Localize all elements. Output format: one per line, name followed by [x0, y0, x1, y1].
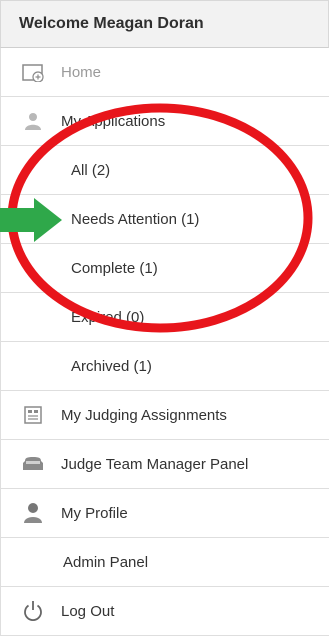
user-icon: [21, 109, 45, 133]
welcome-header: Welcome Meagan Doran: [0, 0, 329, 48]
power-icon: [21, 599, 45, 623]
menu-item-admin-panel[interactable]: Admin Panel: [0, 538, 329, 587]
menu-item-complete[interactable]: Complete (1): [0, 244, 329, 293]
menu-label-my-profile: My Profile: [61, 504, 128, 522]
person-icon: [21, 501, 45, 525]
clipboard-icon: [21, 403, 45, 427]
menu-item-expired[interactable]: Expired (0): [0, 293, 329, 342]
menu-item-needs-attention[interactable]: Needs Attention (1): [0, 195, 329, 244]
menu-item-log-out[interactable]: Log Out: [0, 587, 329, 636]
menu-label-admin-panel: Admin Panel: [63, 553, 149, 571]
welcome-text: Welcome Meagan Doran: [19, 15, 204, 32]
menu-label-needs-attention: Needs Attention (1): [71, 210, 200, 228]
menu-label-expired: Expired (0): [71, 308, 145, 326]
menu-item-judging-assignments[interactable]: My Judging Assignments: [0, 391, 329, 440]
menu-item-all[interactable]: All (2): [0, 146, 329, 195]
menu-item-my-profile[interactable]: My Profile: [0, 489, 329, 538]
menu-label-judge-team-manager: Judge Team Manager Panel: [61, 455, 249, 473]
menu-label-judging-assignments: My Judging Assignments: [61, 406, 227, 424]
menu-item-home[interactable]: Home: [0, 48, 329, 97]
menu-item-my-applications[interactable]: My Applications: [0, 97, 329, 146]
menu-label-log-out: Log Out: [61, 602, 115, 620]
menu-label-all: All (2): [71, 161, 111, 179]
menu-label-archived: Archived (1): [71, 357, 152, 375]
sidebar-menu: Welcome Meagan Doran Home My Application…: [0, 0, 329, 642]
menu-item-archived[interactable]: Archived (1): [0, 342, 329, 391]
menu-item-judge-team-manager[interactable]: Judge Team Manager Panel: [0, 440, 329, 489]
menu-label-complete: Complete (1): [71, 259, 158, 277]
folder-icon: [21, 452, 45, 476]
home-icon: [21, 60, 45, 84]
menu-label-my-applications: My Applications: [61, 112, 166, 130]
menu-label-home: Home: [61, 63, 102, 81]
